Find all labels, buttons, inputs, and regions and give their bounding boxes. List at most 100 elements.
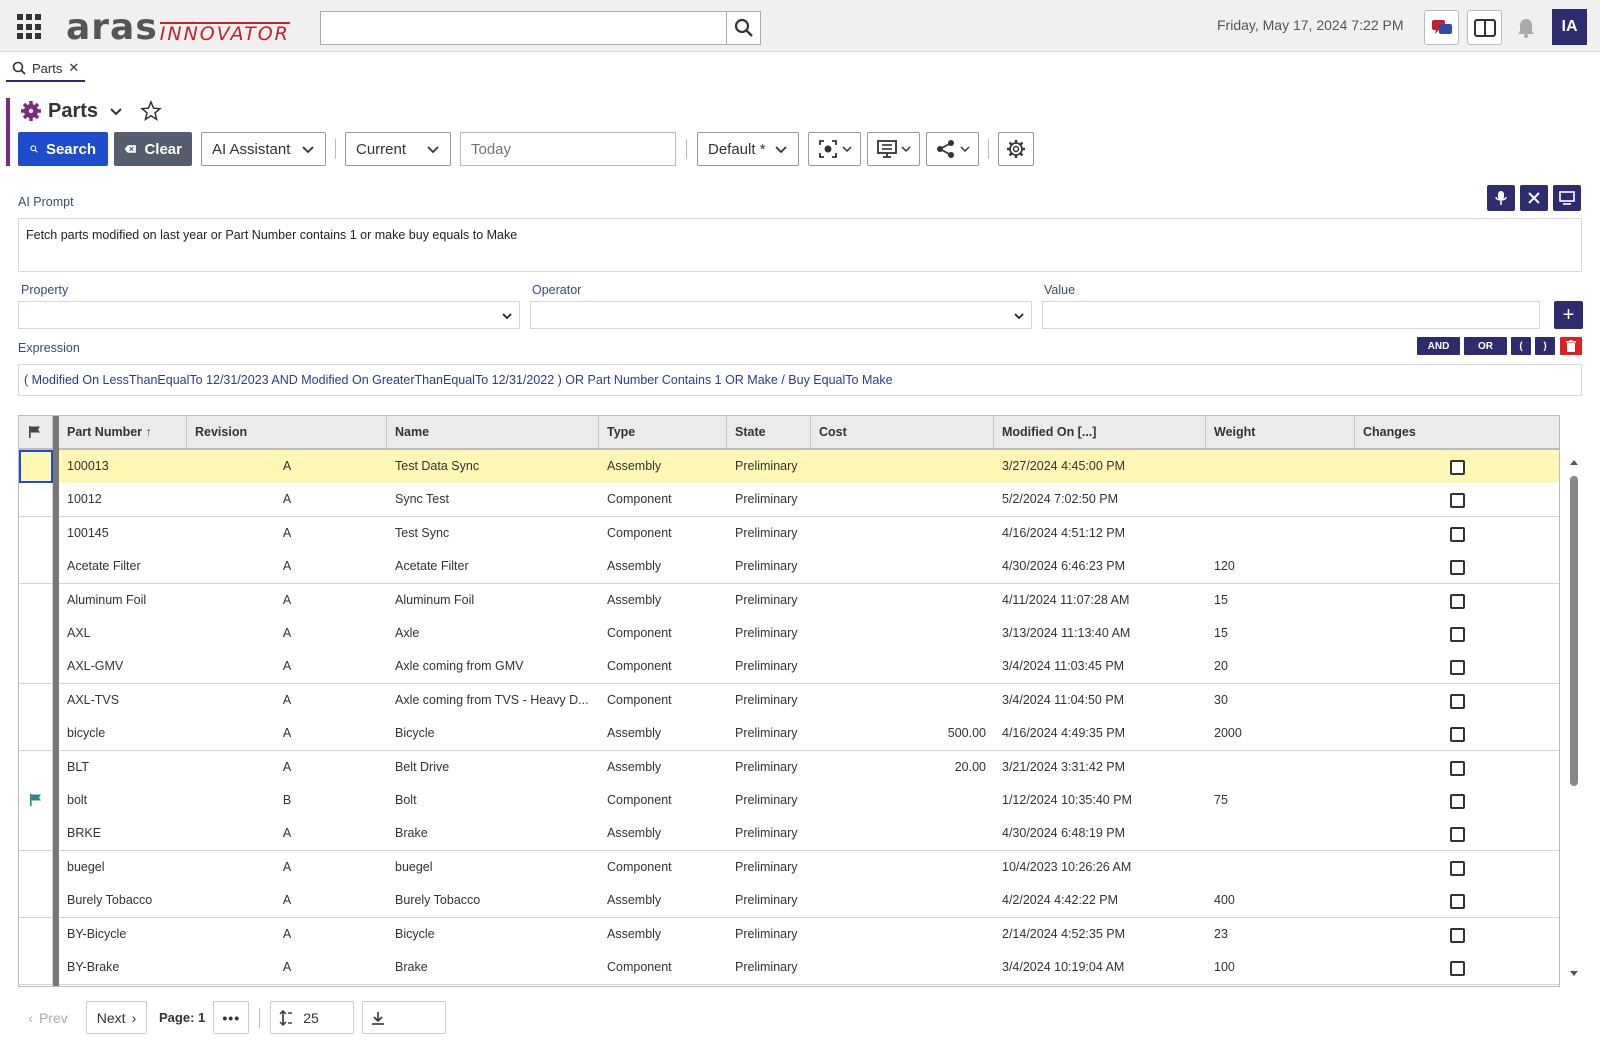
property-select[interactable]	[18, 301, 520, 329]
changes-checkbox[interactable]	[1450, 860, 1465, 876]
row-selector[interactable]	[19, 483, 53, 517]
row-selector[interactable]	[19, 717, 53, 751]
changes-checkbox[interactable]	[1450, 760, 1465, 776]
ai-prompt-textarea[interactable]: Fetch parts modified on last year or Par…	[18, 218, 1582, 272]
global-search-button[interactable]	[727, 11, 761, 45]
tab-parts[interactable]: Parts ✕	[6, 56, 86, 82]
notifications-button[interactable]	[1516, 17, 1536, 42]
close-tab-icon[interactable]: ✕	[68, 60, 79, 76]
table-row[interactable]: Aluminum Foil A Aluminum Foil Assembly Preli…	[19, 583, 1559, 618]
search-button[interactable]: Search	[18, 132, 108, 166]
row-selector[interactable]	[19, 650, 53, 684]
changes-checkbox[interactable]	[1450, 526, 1465, 542]
changes-checkbox[interactable]	[1450, 560, 1465, 576]
row-selector[interactable]	[19, 583, 53, 617]
changes-checkbox[interactable]	[1450, 660, 1465, 676]
row-selector[interactable]	[19, 683, 53, 717]
table-row[interactable]: BY-Brake A Brake Component Preliminary 3/4/20…	[19, 951, 1559, 985]
split-view-button[interactable]	[1467, 10, 1502, 45]
ai-assistant-dropdown[interactable]: AI Assistant	[201, 132, 326, 166]
export-button[interactable]	[362, 1001, 447, 1034]
row-selector[interactable]	[19, 917, 53, 951]
add-criteria-button[interactable]: +	[1554, 301, 1583, 329]
discussion-button[interactable]	[1424, 10, 1459, 45]
and-button[interactable]: AND	[1417, 337, 1460, 355]
row-selector[interactable]	[19, 884, 53, 918]
display-prompt-button[interactable]	[1553, 185, 1581, 211]
voice-input-button[interactable]	[1487, 185, 1515, 211]
changes-checkbox[interactable]	[1450, 894, 1465, 910]
clear-prompt-button[interactable]	[1520, 185, 1548, 211]
scroll-down-icon[interactable]	[1569, 970, 1579, 978]
app-launcher-icon[interactable]	[17, 14, 43, 40]
version-dropdown[interactable]: Current	[345, 132, 451, 166]
table-row[interactable]: bicycle A Bicycle Assembly Preliminary 500.00…	[19, 717, 1559, 752]
next-page-button[interactable]: Next ›	[86, 1001, 147, 1034]
changes-checkbox[interactable]	[1450, 727, 1465, 743]
table-row[interactable]: BLT A Belt Drive Assembly Preliminary 20.00 3/…	[19, 750, 1559, 785]
column-header-state[interactable]: State	[727, 416, 811, 448]
row-selector[interactable]	[19, 750, 53, 784]
table-row[interactable]: buegel Abuegel Component Preliminary 10/4/20…	[19, 850, 1559, 885]
user-avatar[interactable]: IA	[1552, 9, 1587, 45]
changes-checkbox[interactable]	[1450, 627, 1465, 642]
views-button[interactable]	[867, 132, 920, 166]
changes-checkbox[interactable]	[1450, 827, 1465, 843]
changes-checkbox[interactable]	[1450, 961, 1465, 976]
table-row[interactable]: 10012 A Sync Test Component Preliminary 5/2/2…	[19, 483, 1559, 518]
flag-column-header[interactable]	[19, 416, 53, 448]
page-size-input[interactable]: 25	[270, 1001, 355, 1034]
changes-checkbox[interactable]	[1450, 794, 1465, 809]
aras-innovator-logo[interactable]: aras INNOVATOR	[66, 6, 290, 46]
row-selector[interactable]	[19, 850, 53, 884]
favorite-star-icon[interactable]	[140, 100, 162, 122]
row-selector[interactable]	[19, 450, 53, 483]
operator-select[interactable]	[530, 301, 1032, 329]
column-header-name[interactable]: Name	[387, 416, 599, 448]
changes-checkbox[interactable]	[1450, 460, 1465, 475]
table-row[interactable]: 100145 A Test Sync Component Preliminary 4/16…	[19, 516, 1559, 551]
global-search-input[interactable]	[320, 11, 727, 45]
column-header-modified-on[interactable]: Modified On [...]	[994, 416, 1206, 448]
or-button[interactable]: OR	[1464, 337, 1507, 355]
prev-page-button[interactable]: ‹ Prev	[18, 1001, 78, 1034]
scrollbar-thumb[interactable]	[1570, 476, 1578, 786]
table-row[interactable]: BY-Bicycle A Bicycle Assembly Preliminary 2/1…	[19, 917, 1559, 952]
table-row[interactable]: bolt B Bolt Component Preliminary 1/12/2024 1…	[19, 784, 1559, 818]
row-selector[interactable]	[19, 617, 53, 650]
table-row[interactable]: AXL A Axle Component Preliminary 3/13/2024 11…	[19, 617, 1559, 651]
column-header-weight[interactable]: Weight	[1206, 416, 1355, 448]
grid-scrollbar[interactable]	[1567, 458, 1581, 978]
changes-checkbox[interactable]	[1450, 693, 1465, 709]
saved-search-dropdown[interactable]: Default *	[697, 132, 799, 166]
column-header-part-number[interactable]: Part Number ↑	[59, 416, 187, 448]
row-selector[interactable]	[19, 516, 53, 550]
column-header-changes[interactable]: Changes	[1355, 416, 1559, 448]
changes-checkbox[interactable]	[1450, 593, 1465, 609]
search-mode-button[interactable]	[808, 132, 861, 166]
row-selector[interactable]	[19, 784, 53, 817]
value-input[interactable]	[1042, 301, 1540, 329]
table-row[interactable]: BRKE A Brake Assembly Preliminary 4/30/2024 6…	[19, 817, 1559, 852]
sort-ascending-icon[interactable]: ↑	[146, 425, 152, 439]
table-row[interactable]: Acetate Filter A Acetate Filter Assembly Pre…	[19, 550, 1559, 585]
column-header-cost[interactable]: Cost	[811, 416, 994, 448]
column-header-type[interactable]: Type	[599, 416, 727, 448]
close-paren-button[interactable]: )	[1535, 337, 1555, 355]
table-row[interactable]: Burely Tobacco A Burely Tobacco Assembly Pre…	[19, 884, 1559, 919]
scroll-up-icon[interactable]	[1569, 458, 1579, 466]
delete-expression-button[interactable]	[1560, 337, 1582, 355]
expression-text[interactable]: ( Modified On LessThanEqualTo 12/31/2023…	[18, 364, 1582, 396]
settings-button[interactable]	[998, 132, 1034, 166]
more-pages-button[interactable]: •••	[213, 1001, 250, 1034]
column-header-revision[interactable]: Revision	[187, 416, 387, 448]
open-paren-button[interactable]: (	[1511, 337, 1531, 355]
chevron-down-icon[interactable]	[108, 103, 124, 119]
table-row[interactable]: AXL-GMV A Axle coming from GMV Component Pre…	[19, 650, 1559, 685]
row-selector[interactable]	[19, 817, 53, 851]
row-selector[interactable]	[19, 951, 53, 984]
changes-checkbox[interactable]	[1450, 927, 1465, 943]
table-row[interactable]: AXL-TVS A Axle coming from TVS - Heavy D..…	[19, 683, 1559, 718]
changes-checkbox[interactable]	[1450, 493, 1465, 509]
table-row[interactable]: 100013 A Test Data Sync Assembly Preliminary…	[19, 450, 1559, 484]
